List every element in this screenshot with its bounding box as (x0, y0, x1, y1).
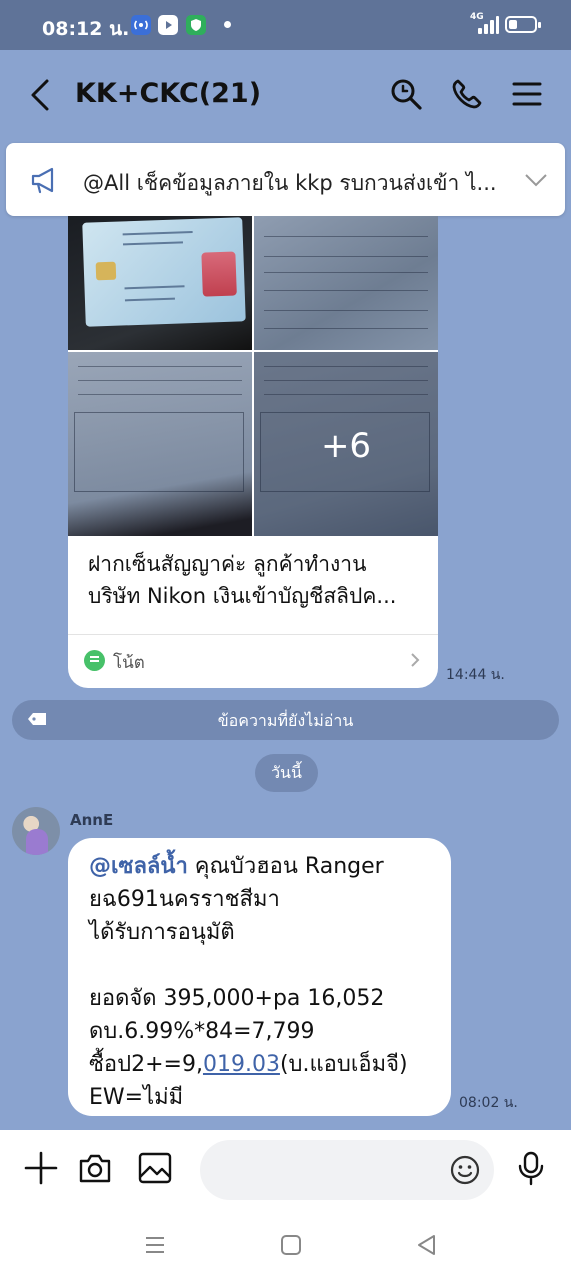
signal-icon (474, 16, 499, 34)
photo-caption-line1: ฝากเซ็นสัญญาค่ะ ลูกค้าทำงาน (88, 552, 367, 576)
home-icon[interactable] (278, 1232, 304, 1258)
chat-title[interactable]: KK+CKC(21) (75, 78, 261, 109)
phone-number-link[interactable]: 019.03 (203, 1052, 280, 1077)
announcement-text: @All เช็คข้อมูลภายใน kkp รบกวนส่งเข้า ไ.… (83, 171, 497, 195)
back-arrow-icon[interactable] (26, 78, 56, 112)
photo-message-time: 14:44 น. (446, 667, 505, 683)
photo-id-card[interactable] (68, 216, 252, 350)
status-bar: 08:12 น. 4G (0, 0, 571, 50)
message-bubble[interactable]: @เซลล์น้ำ คุณบัวฮอน Ranger ยฉ691นครราชสี… (68, 838, 451, 1116)
chevron-down-icon[interactable] (524, 169, 548, 191)
camera-icon[interactable] (77, 1150, 113, 1186)
system-nav-bar (0, 1210, 571, 1280)
search-icon[interactable] (388, 76, 424, 112)
date-chip: วันนี้ (255, 754, 318, 792)
note-icon (84, 650, 105, 671)
status-time: 08:12 น. (42, 18, 130, 40)
more-photos-count: +6 (320, 426, 372, 466)
sender-name: AnnE (70, 811, 114, 829)
youtube-icon (158, 15, 178, 35)
avatar[interactable] (12, 807, 60, 855)
shield-icon (186, 15, 206, 35)
notification-dot (224, 21, 231, 28)
announcement-banner[interactable]: @All เช็คข้อมูลภายใน kkp รบกวนส่งเข้า ไ.… (6, 143, 565, 216)
note-label[interactable]: โน้ต (113, 649, 145, 676)
input-bar (0, 1130, 571, 1210)
phone-icon[interactable] (449, 76, 485, 112)
mention[interactable]: @เซลล์น้ำ (89, 854, 188, 879)
megaphone-icon (31, 167, 54, 194)
unread-divider: ข้อความที่ยังไม่อ่าน (12, 700, 559, 740)
microphone-icon[interactable] (513, 1150, 549, 1186)
back-icon[interactable] (414, 1232, 440, 1258)
message-text: @เซลล์น้ำ คุณบัวฮอน Ranger ยฉ691นครราชสี… (89, 854, 408, 1110)
radio-icon (131, 15, 151, 35)
emoji-icon[interactable] (449, 1154, 481, 1186)
image-icon[interactable] (137, 1150, 173, 1186)
card-divider (68, 634, 438, 635)
chevron-right-icon[interactable] (409, 652, 421, 668)
recent-apps-icon[interactable] (142, 1232, 168, 1258)
menu-icon[interactable] (509, 76, 545, 112)
message-input[interactable] (200, 1140, 494, 1200)
message-time: 08:02 น. (459, 1095, 518, 1111)
battery-icon (505, 16, 541, 33)
photo-caption-line2: บริษัท Nikon เงินเข้าบัญชีสลิปค... (88, 584, 397, 608)
plus-icon[interactable] (23, 1150, 59, 1186)
chat-header: KK+CKC(21) (0, 50, 571, 140)
photo-caption: ฝากเซ็นสัญญาค่ะ ลูกค้าทำงาน บริษัท Nikon… (88, 548, 424, 612)
photo-document-2[interactable] (68, 352, 252, 536)
photo-album-card[interactable]: +6 ฝากเซ็นสัญญาค่ะ ลูกค้าทำงาน บริษัท Ni… (68, 216, 438, 688)
photo-document-1[interactable] (254, 216, 438, 350)
unread-label: ข้อความที่ยังไม่อ่าน (217, 711, 354, 730)
